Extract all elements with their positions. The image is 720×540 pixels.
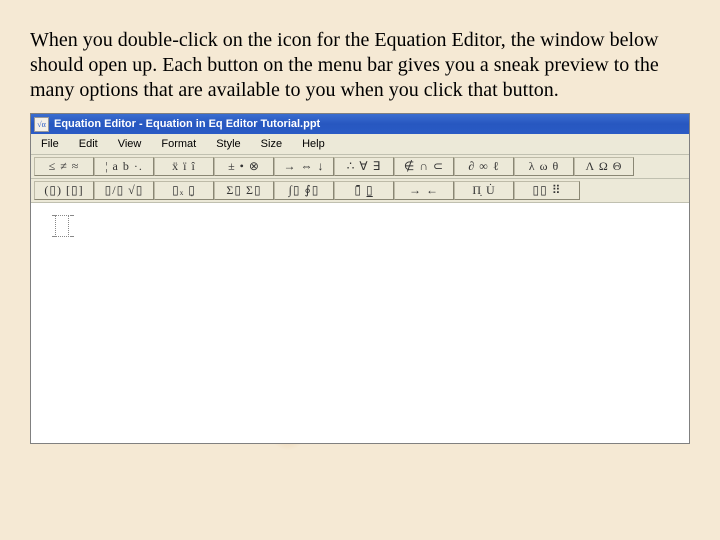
menu-edit[interactable]: Edit bbox=[72, 137, 111, 151]
menu-style[interactable]: Style bbox=[209, 137, 253, 151]
btn-labeled-arrows[interactable]: → ← bbox=[394, 181, 454, 200]
menu-bar: File Edit View Format Style Size Help bbox=[31, 134, 689, 155]
symbol-palette-row-1: ≤ ≠ ≈ ¦ a b ·. ẍ ï î ± • ⊗ → ⇔ ↓ ∴ ∀ ∃ ∉… bbox=[31, 155, 689, 179]
equation-edit-area[interactable] bbox=[31, 203, 689, 443]
btn-bar-templates[interactable]: ▯̄ ▯̲ bbox=[334, 181, 394, 200]
template-palette-row-2: (▯) [▯] ▯/▯ √▯ ▯ₓ ▯̣ Σ▯ Σ▯ ∫▯ ∮▯ ▯̄ ▯̲ →… bbox=[31, 179, 689, 203]
btn-fence-templates[interactable]: (▯) [▯] bbox=[34, 181, 94, 200]
app-icon: √α bbox=[34, 117, 49, 132]
btn-spaces-ellipses[interactable]: ¦ a b ·. bbox=[94, 157, 154, 176]
btn-matrix-templates[interactable]: ▯▯ ⠿ bbox=[514, 181, 580, 200]
btn-greek-uppercase[interactable]: Λ Ω Θ bbox=[574, 157, 634, 176]
menu-size[interactable]: Size bbox=[254, 137, 295, 151]
menu-help[interactable]: Help bbox=[295, 137, 338, 151]
instruction-text: When you double-click on the icon for th… bbox=[30, 28, 690, 103]
window-title: Equation Editor - Equation in Eq Editor … bbox=[54, 118, 320, 130]
btn-fraction-radical[interactable]: ▯/▯ √▯ bbox=[94, 181, 154, 200]
btn-product-union[interactable]: Π̣ U̇ bbox=[454, 181, 514, 200]
menu-view[interactable]: View bbox=[111, 137, 155, 151]
btn-set-theory-symbols[interactable]: ∉ ∩ ⊂ bbox=[394, 157, 454, 176]
insertion-slot-icon bbox=[55, 215, 69, 237]
menu-file[interactable]: File bbox=[34, 137, 72, 151]
btn-summation-templates[interactable]: Σ▯ Σ▯ bbox=[214, 181, 274, 200]
btn-embellishments[interactable]: ẍ ï î bbox=[154, 157, 214, 176]
btn-integral-templates[interactable]: ∫▯ ∮▯ bbox=[274, 181, 334, 200]
equation-editor-window: √α Equation Editor - Equation in Eq Edit… bbox=[30, 113, 690, 444]
btn-operator-symbols[interactable]: ± • ⊗ bbox=[214, 157, 274, 176]
title-bar[interactable]: √α Equation Editor - Equation in Eq Edit… bbox=[31, 114, 689, 134]
btn-misc-symbols[interactable]: ∂ ∞ ℓ bbox=[454, 157, 514, 176]
btn-arrow-symbols[interactable]: → ⇔ ↓ bbox=[274, 157, 334, 176]
btn-relational-symbols[interactable]: ≤ ≠ ≈ bbox=[34, 157, 94, 176]
btn-sub-superscript[interactable]: ▯ₓ ▯̣ bbox=[154, 181, 214, 200]
btn-logical-symbols[interactable]: ∴ ∀ ∃ bbox=[334, 157, 394, 176]
btn-greek-lowercase[interactable]: λ ω θ bbox=[514, 157, 574, 176]
menu-format[interactable]: Format bbox=[154, 137, 209, 151]
